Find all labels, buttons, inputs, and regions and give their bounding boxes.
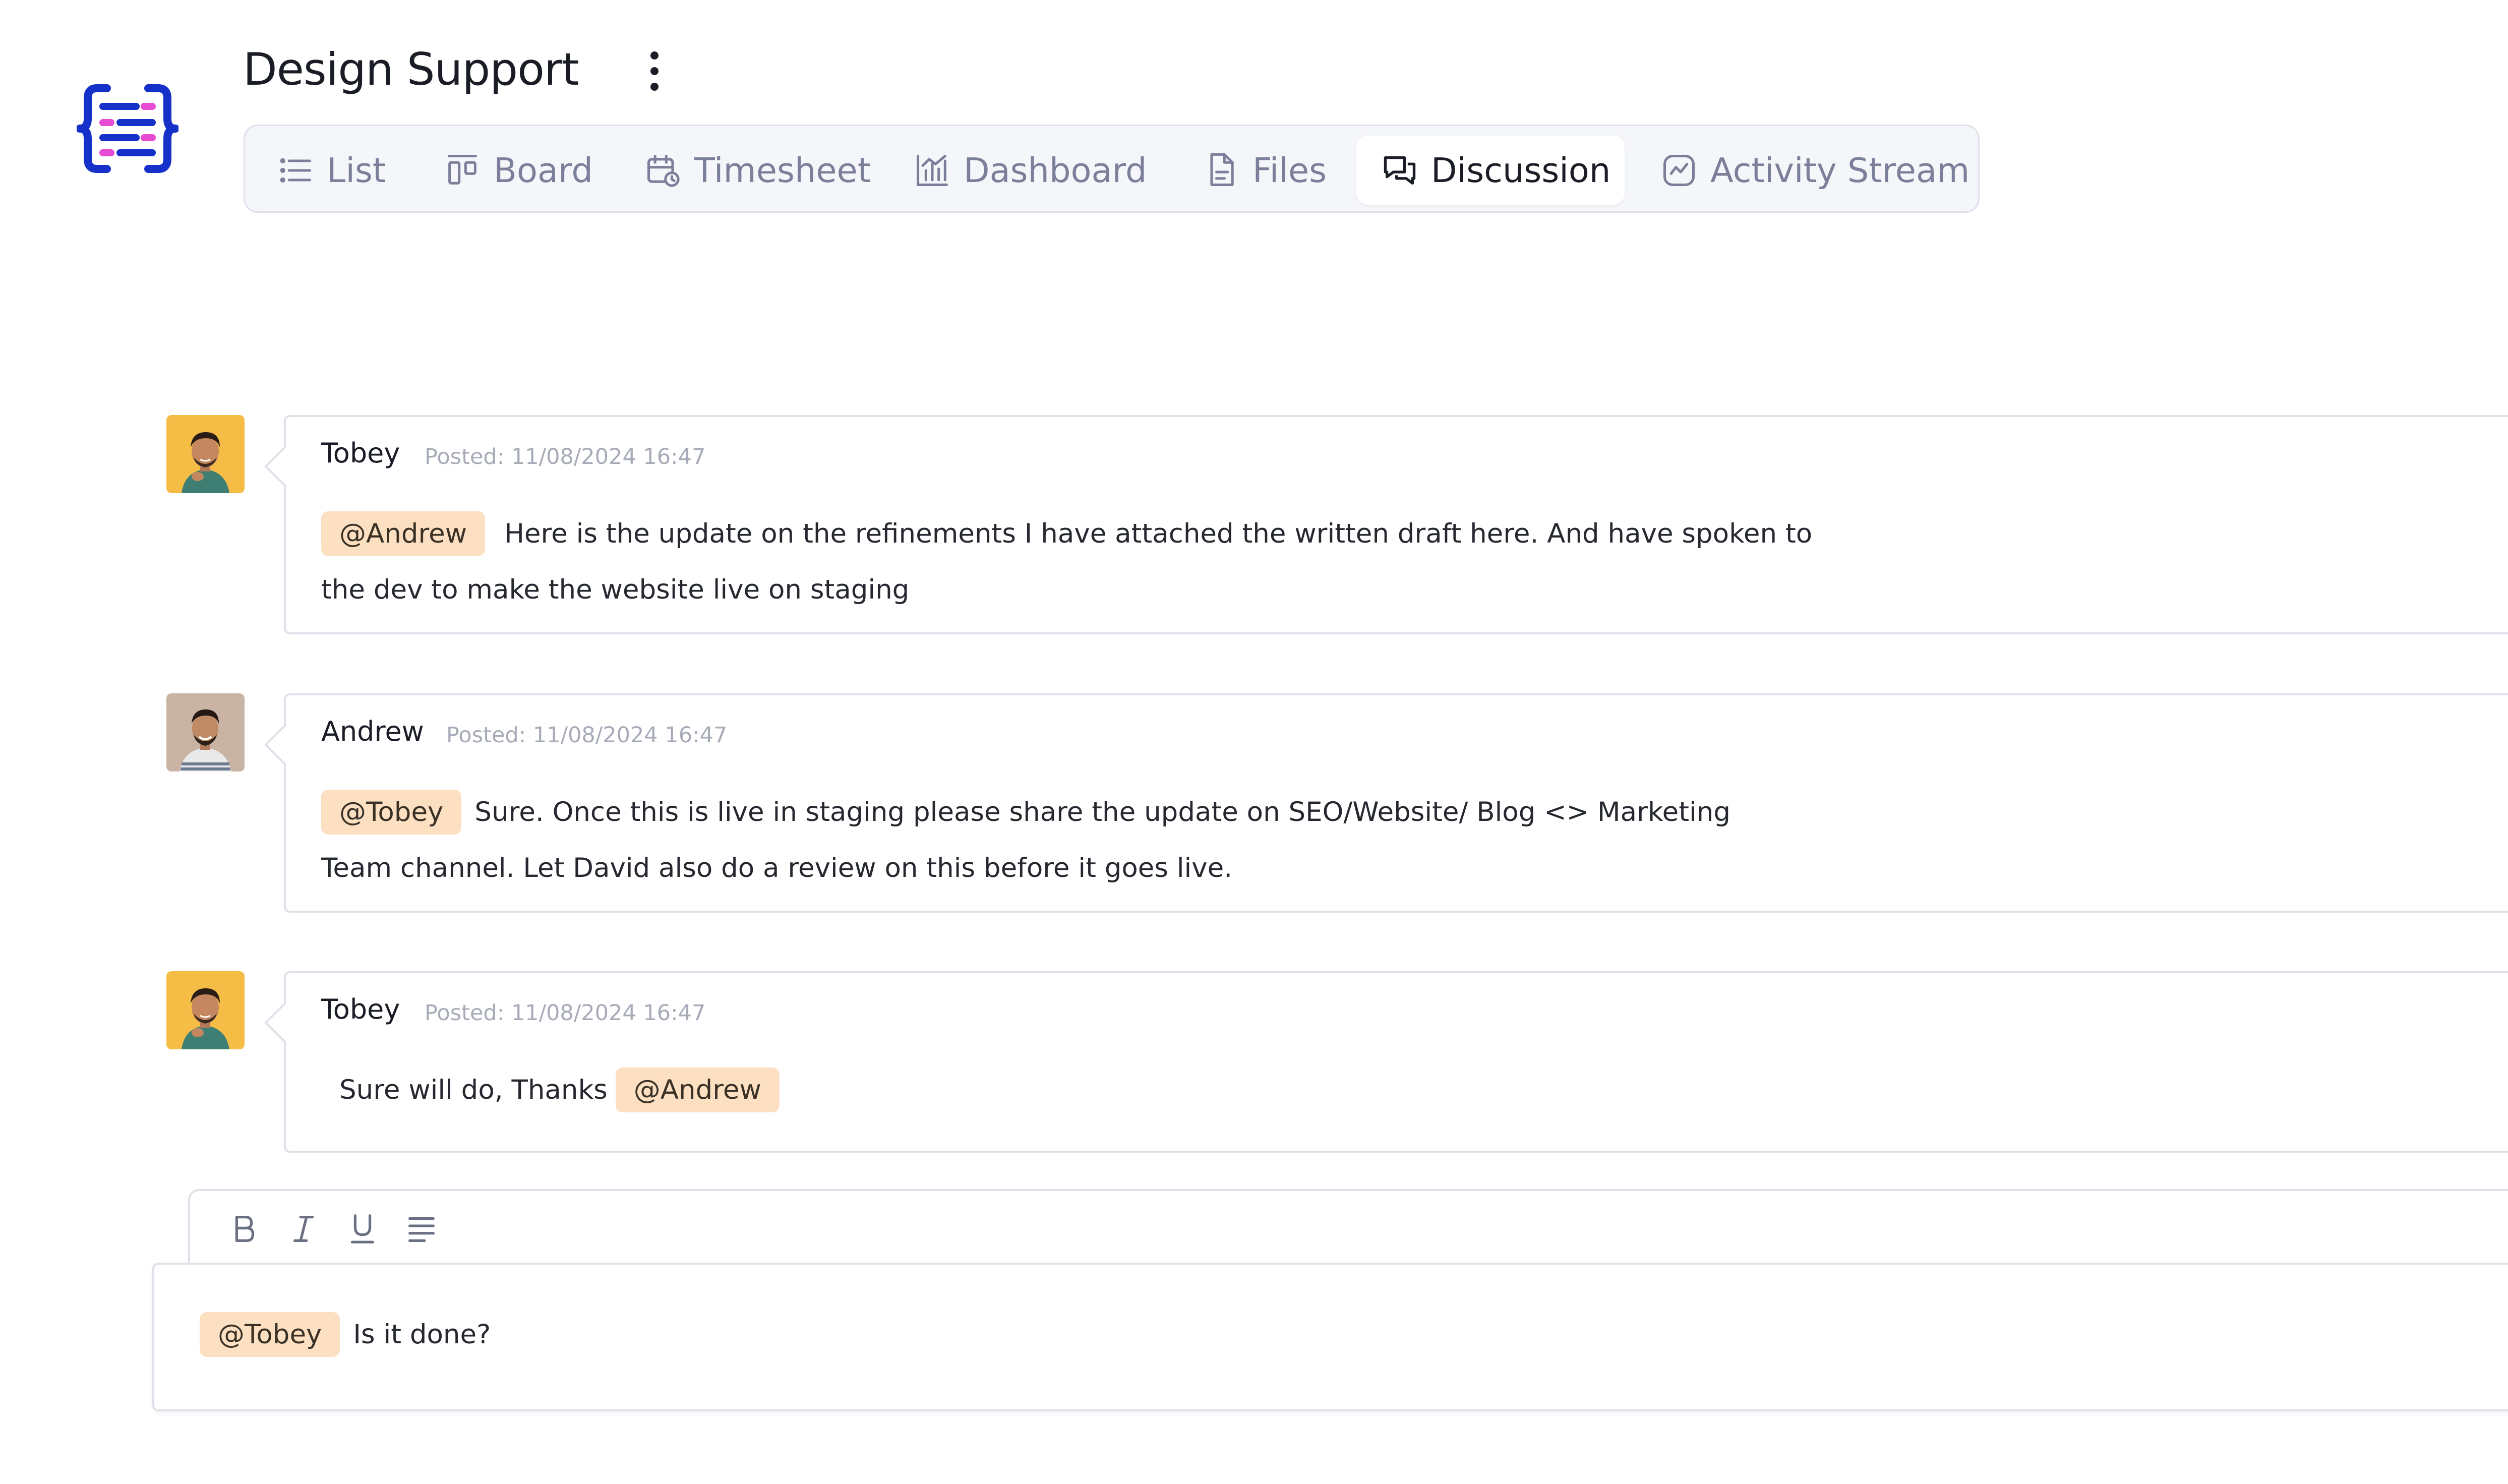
editor-toolbar (188, 1189, 2508, 1265)
tab-label: Board (494, 150, 593, 190)
message-text: Team channel. Let David also do a review… (321, 853, 1233, 883)
message-author: Andrew (321, 716, 424, 747)
message-item: Tobey Posted: 11/08/2024 16:47 Sure will… (166, 971, 2508, 1153)
underline-icon[interactable] (345, 1211, 380, 1246)
tab-label: Dashboard (964, 150, 1147, 190)
bubble-tail-icon (264, 446, 286, 487)
avatar-tobey[interactable] (166, 415, 245, 493)
bubble-tail-icon (264, 725, 286, 765)
avatar-andrew[interactable] (166, 693, 245, 771)
bubble-tail-icon (264, 1002, 286, 1043)
message-bubble: Andrew Posted: 11/08/2024 16:47 @Tobey S… (264, 693, 2508, 913)
mention-tag[interactable]: @Tobey (200, 1312, 340, 1357)
message-author: Tobey (321, 437, 400, 469)
message-text: Sure will do, Thanks (339, 1075, 608, 1105)
file-icon (1210, 153, 1234, 186)
bold-icon[interactable] (226, 1211, 262, 1246)
align-left-icon[interactable] (404, 1211, 439, 1246)
calendar-clock-icon (647, 154, 680, 187)
message-timestamp: Posted: 11/08/2024 16:47 (446, 723, 728, 748)
message-line: the dev to make the website live on stag… (321, 574, 909, 605)
page-title: Design Support (243, 43, 579, 95)
message-text: the dev to make the website live on stag… (321, 574, 910, 605)
tab-files[interactable]: Files (1202, 136, 1327, 205)
message-item: Andrew Posted: 11/08/2024 16:47 @Tobey S… (166, 693, 2508, 913)
tab-label: Files (1252, 150, 1327, 190)
message-timestamp: Posted: 11/08/2024 16:47 (425, 1000, 706, 1026)
view-tabs: List Board Timesheet Dashboard Files Dis… (244, 125, 1980, 213)
bar-chart-icon (916, 154, 948, 186)
chat-icon (1384, 156, 1416, 185)
composer-content[interactable]: @Tobey Is it done? (200, 1312, 491, 1357)
message-line: @Andrew Here is the update on the refine… (321, 511, 1812, 556)
message-author: Tobey (321, 993, 400, 1025)
tab-label: Activity Stream (1710, 150, 1970, 190)
avatar-tobey[interactable] (166, 971, 245, 1049)
tab-label: List (327, 150, 386, 190)
activity-icon (1663, 154, 1695, 186)
tab-dashboard[interactable]: Dashboard (913, 136, 1147, 205)
tab-activity-stream[interactable]: Activity Stream (1660, 136, 1969, 205)
message-text: Here is the update on the refinements I … (504, 518, 1813, 549)
board-icon (448, 154, 477, 185)
italic-icon[interactable] (286, 1211, 321, 1246)
message-bubble: Tobey Posted: 11/08/2024 16:47 @Andrew H… (264, 415, 2508, 634)
mention-tag[interactable]: @Andrew (321, 511, 486, 556)
message-line: Team channel. Let David also do a review… (321, 853, 1232, 883)
message-item: Tobey Posted: 11/08/2024 16:47 @Andrew H… (166, 415, 2508, 634)
list-icon (280, 158, 312, 183)
mention-tag[interactable]: @Andrew (615, 1067, 780, 1112)
message-timestamp: Posted: 11/08/2024 16:47 (425, 444, 706, 469)
tab-timesheet[interactable]: Timesheet (644, 136, 871, 205)
composer-text[interactable]: Is it done? (353, 1319, 491, 1350)
more-options-icon[interactable] (639, 48, 670, 94)
tab-board[interactable]: Board (443, 136, 593, 205)
message-text: Sure. Once this is live in staging pleas… (474, 797, 1731, 827)
message-line: @Tobey Sure. Once this is live in stagin… (321, 790, 1730, 835)
message-bubble: Tobey Posted: 11/08/2024 16:47 Sure will… (264, 971, 2508, 1153)
tab-label: Timesheet (694, 150, 871, 190)
tab-label: Discussion (1431, 150, 1611, 190)
mention-tag[interactable]: @Tobey (321, 790, 462, 835)
app-logo-icon[interactable] (77, 82, 178, 175)
message-line: Sure will do, Thanks @Andrew (339, 1067, 780, 1112)
tab-list[interactable]: List (276, 136, 386, 205)
tab-discussion[interactable]: Discussion (1356, 136, 1625, 205)
message-composer[interactable]: @Tobey Is it done? (152, 1263, 2508, 1411)
